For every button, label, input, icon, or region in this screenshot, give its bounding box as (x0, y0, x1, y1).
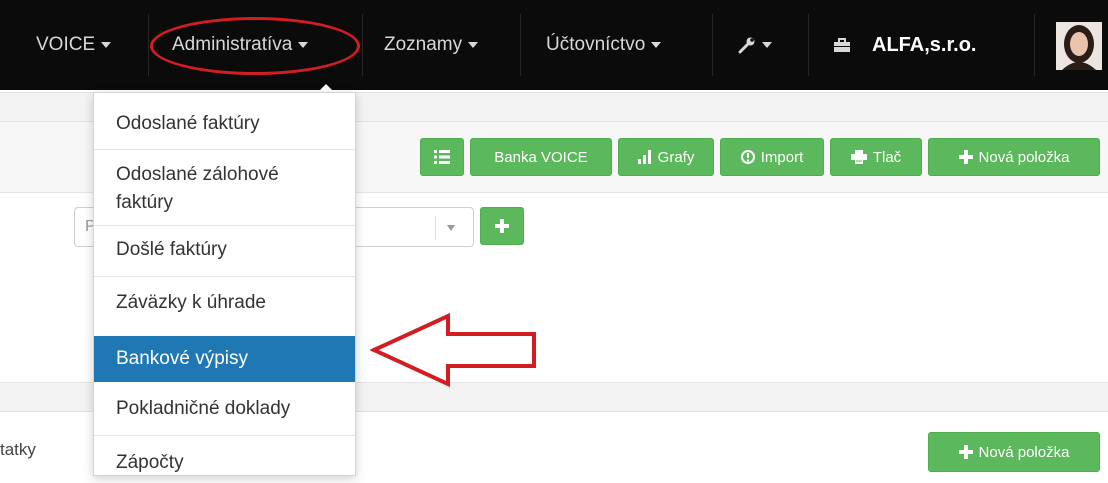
section-label: tatky (0, 440, 36, 459)
company-name: ALFA,s.r.o. (872, 33, 977, 56)
highlight-ellipse (150, 17, 360, 75)
plus-icon (495, 219, 509, 233)
caret-down-icon (762, 42, 772, 48)
nav-zoznamy[interactable]: Zoznamy (384, 0, 479, 90)
menu-divider (94, 276, 355, 277)
menu-item-odoslane-zalohove-faktury[interactable]: Odoslané zálohové faktúry (94, 157, 355, 217)
caret-down-icon (468, 42, 479, 48)
menu-divider (94, 225, 355, 226)
caret-down-icon (651, 42, 662, 48)
list-icon (434, 150, 450, 164)
menu-divider (94, 149, 355, 150)
wrench-icon (738, 37, 755, 54)
menu-item-dosle-faktury[interactable]: Došlé faktúry (94, 230, 355, 270)
caret-down-icon (447, 225, 455, 231)
menu-item-zapocty[interactable]: Zápočty (94, 443, 355, 477)
add-filter-button[interactable] (480, 207, 524, 245)
nav-divider (362, 14, 363, 76)
nav-divider (1034, 14, 1035, 76)
nav-uctovnictvo[interactable]: Účtovníctvo (546, 0, 662, 90)
nav-divider (520, 14, 521, 76)
menu-item-odoslane-faktury[interactable]: Odoslané faktúry (94, 104, 355, 144)
nav-tools[interactable] (738, 0, 772, 90)
nav-divider (148, 14, 149, 76)
menu-item-zavazky-k-uhrade[interactable]: Záväzky k úhrade (94, 283, 355, 323)
new-item-button[interactable]: Nová položka (928, 138, 1100, 176)
plus-icon (958, 150, 973, 164)
import-icon (740, 150, 755, 164)
menu-item-pokladnicne-doklady[interactable]: Pokladničné doklady (94, 389, 355, 429)
avatar[interactable] (1056, 22, 1102, 70)
import-button[interactable]: Import (720, 138, 824, 176)
new-item-button-lower[interactable]: Nová položka (928, 432, 1100, 472)
nav-divider (808, 14, 809, 76)
user-photo-icon (1056, 22, 1102, 70)
menu-item-bankove-vypisy[interactable]: Bankové výpisy (94, 336, 355, 382)
annotation-arrow-icon (370, 312, 536, 388)
nav-voice[interactable]: VOICE (36, 0, 112, 90)
charts-button[interactable]: Grafy (618, 138, 714, 176)
nav-company[interactable]: ALFA,s.r.o. (834, 0, 976, 90)
bar-chart-icon (637, 150, 651, 164)
print-button[interactable]: Tlač (830, 138, 922, 176)
nav-divider (712, 14, 713, 76)
dropdown-pointer (318, 84, 334, 92)
menu-divider (94, 435, 355, 436)
caret-down-icon (101, 42, 112, 48)
administrativa-dropdown: Odoslané faktúry Odoslané zálohové faktú… (93, 92, 356, 476)
plus-icon (958, 445, 973, 459)
briefcase-icon (834, 38, 850, 52)
select-divider (435, 216, 436, 240)
bank-voice-button[interactable]: Banka VOICE (470, 138, 612, 176)
print-icon (850, 150, 867, 164)
list-view-button[interactable] (420, 138, 464, 176)
